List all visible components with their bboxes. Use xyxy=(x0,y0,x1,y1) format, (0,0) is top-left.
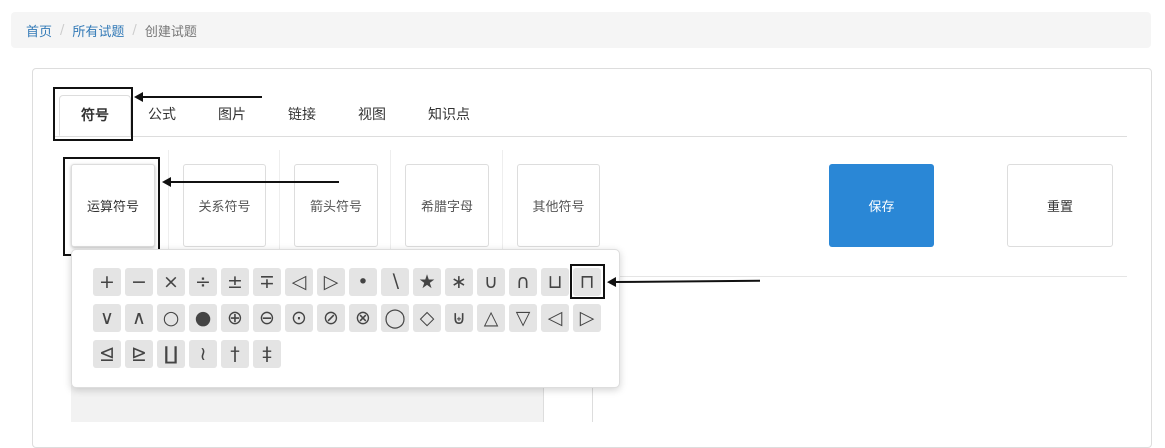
symbol-cup[interactable]: ∪ xyxy=(477,268,505,296)
category-other-button[interactable]: 其他符号 xyxy=(517,164,600,247)
annotation-highlight-box xyxy=(53,87,133,141)
symbol-bigcirc[interactable]: ◯ xyxy=(381,304,409,332)
reset-button[interactable]: 重置 xyxy=(1007,164,1113,247)
symbol-unrhd[interactable]: ⊵ xyxy=(125,340,153,368)
symbol-oslash[interactable]: ⊘ xyxy=(317,304,345,332)
breadcrumb-separator: / xyxy=(60,22,65,38)
breadcrumb-current: 创建试题 xyxy=(144,24,197,40)
tab-image[interactable]: 图片 xyxy=(204,95,260,136)
annotation-highlight-box xyxy=(570,264,605,299)
annotation-arrow xyxy=(134,92,262,102)
symbol-divide[interactable]: ÷ xyxy=(189,268,217,296)
symbol-triangle-left[interactable]: ◁ xyxy=(285,268,313,296)
divider xyxy=(543,385,544,422)
symbol-unlhd[interactable]: ⊴ xyxy=(93,340,121,368)
breadcrumb: 首页 / 所有试题 / 创建试题 xyxy=(11,12,1151,48)
symbol-amalg[interactable]: ∐ xyxy=(157,340,185,368)
symbol-picker-popup: + − × ÷ ± ∓ ◁ ▷ • ∖ ★ ∗ ∪ ∩ ⊔ ⊓ ∨ ∧ ○ ● … xyxy=(71,249,620,388)
symbol-cap[interactable]: ∩ xyxy=(509,268,537,296)
category-arrows-button[interactable]: 箭头符号 xyxy=(294,164,378,247)
symbol-setminus[interactable]: ∖ xyxy=(381,268,409,296)
symbol-asterisk[interactable]: ∗ xyxy=(445,268,473,296)
save-button[interactable]: 保存 xyxy=(829,164,934,247)
symbol-rhd[interactable]: ▷ xyxy=(573,304,601,332)
divider xyxy=(592,385,593,422)
tab-knowledge-point[interactable]: 知识点 xyxy=(418,95,480,136)
breadcrumb-all-questions-link[interactable]: 所有试题 xyxy=(72,21,124,40)
symbol-triangle-down[interactable]: ▽ xyxy=(509,304,537,332)
divider xyxy=(620,276,1127,277)
category-relations-button[interactable]: 关系符号 xyxy=(183,164,266,247)
divider xyxy=(168,150,169,250)
symbol-ominus[interactable]: ⊖ xyxy=(253,304,281,332)
symbol-circ[interactable]: ○ xyxy=(157,304,185,332)
symbol-dagger[interactable]: † xyxy=(221,340,249,368)
symbol-odot[interactable]: ⊙ xyxy=(285,304,313,332)
symbol-triangle-up[interactable]: △ xyxy=(477,304,505,332)
annotation-highlight-box xyxy=(63,157,160,256)
annotation-arrow xyxy=(162,177,339,187)
divider xyxy=(502,150,503,250)
symbol-wedge[interactable]: ∧ xyxy=(125,304,153,332)
symbol-star[interactable]: ★ xyxy=(413,268,441,296)
symbol-wr[interactable]: ≀ xyxy=(189,340,217,368)
symbol-minus-plus[interactable]: ∓ xyxy=(253,268,281,296)
breadcrumb-separator: / xyxy=(132,22,137,38)
symbol-filled-circle[interactable]: ● xyxy=(189,304,217,332)
tab-view[interactable]: 视图 xyxy=(344,95,400,136)
symbol-minus[interactable]: − xyxy=(125,268,153,296)
divider xyxy=(390,150,391,250)
symbol-diamond[interactable]: ◇ xyxy=(413,304,441,332)
symbol-double-dagger[interactable]: ‡ xyxy=(253,340,281,368)
symbol-triangle-right[interactable]: ▷ xyxy=(317,268,345,296)
symbol-times[interactable]: × xyxy=(157,268,185,296)
symbol-sqcup[interactable]: ⊔ xyxy=(541,268,569,296)
symbol-uplus[interactable]: ⊎ xyxy=(445,304,473,332)
symbol-plus-minus[interactable]: ± xyxy=(221,268,249,296)
tab-bar: 符号 公式 图片 链接 视图 知识点 xyxy=(54,95,1127,137)
divider xyxy=(279,150,280,250)
symbol-lhd[interactable]: ◁ xyxy=(541,304,569,332)
editor-area[interactable] xyxy=(71,385,544,422)
category-greek-button[interactable]: 希腊字母 xyxy=(405,164,489,247)
symbol-bullet[interactable]: • xyxy=(349,268,377,296)
breadcrumb-home-link[interactable]: 首页 xyxy=(26,21,52,40)
symbol-oplus[interactable]: ⊕ xyxy=(221,304,249,332)
symbol-plus[interactable]: + xyxy=(93,268,121,296)
symbol-otimes[interactable]: ⊗ xyxy=(349,304,377,332)
tab-link[interactable]: 链接 xyxy=(274,95,330,136)
symbol-vee[interactable]: ∨ xyxy=(93,304,121,332)
